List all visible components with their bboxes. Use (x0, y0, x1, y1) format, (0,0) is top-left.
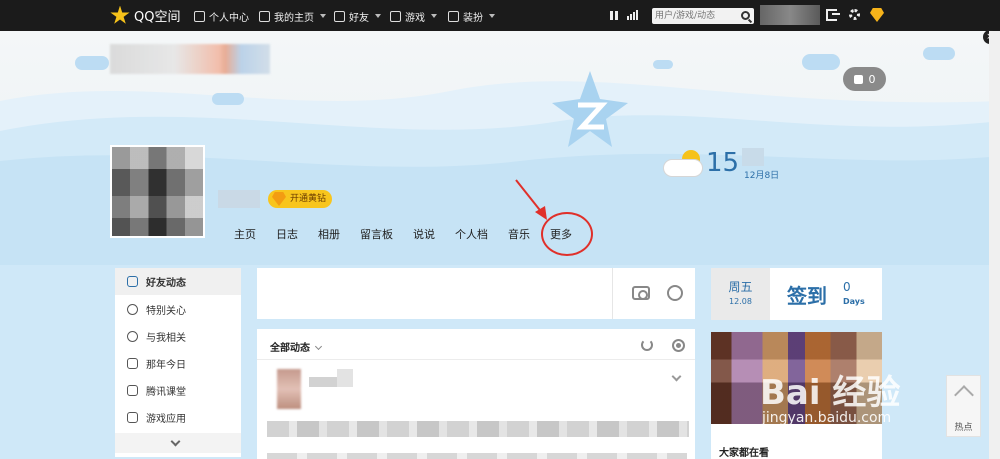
annotation-arrow (515, 179, 547, 220)
cloud-decoration (653, 60, 673, 69)
search-icon[interactable] (741, 11, 750, 20)
username-blurred (218, 190, 260, 208)
qzone-logo[interactable]: QQ空间 (110, 5, 180, 26)
baidu-watermark-url: jingyan.baidu.com (762, 410, 892, 426)
pause-music-icon[interactable] (610, 11, 618, 20)
cloud-decoration (75, 56, 109, 70)
trending-caption: 大家都在看 (719, 448, 769, 459)
thumbs-up-icon (853, 74, 863, 84)
temperature-unit-blurred (742, 148, 764, 166)
chevron-down-icon (314, 342, 323, 351)
open-vip-button[interactable]: 开通黄钻 (268, 190, 333, 208)
temperature: 15 (706, 148, 740, 178)
profile-avatar[interactable] (110, 145, 205, 238)
chevron-up-icon (954, 385, 974, 405)
camera-icon[interactable] (632, 286, 650, 300)
page-scrollbar[interactable] (989, 31, 1000, 459)
space-title-blurred (110, 44, 270, 74)
post-meta-blurred (337, 369, 353, 387)
profile-tabs: 主页 日志 相册 留言板 说说 个人档 音乐 更多 (224, 226, 582, 244)
feed-divider (257, 359, 695, 360)
nav-personal-center[interactable]: 个人中心 (194, 8, 249, 24)
sidebar-item-friend-feed[interactable]: 好友动态 (115, 268, 241, 295)
signal-bars-icon[interactable] (627, 10, 639, 20)
tab-blog[interactable]: 日志 (266, 226, 308, 244)
link-icon[interactable] (663, 281, 687, 305)
tab-message-board[interactable]: 留言板 (350, 226, 403, 244)
weather-cloud-icon (664, 160, 702, 176)
diamond-icon (272, 192, 286, 206)
chevron-down-icon (375, 14, 381, 18)
user-icon (194, 10, 205, 22)
tab-shuoshuo[interactable]: 说说 (403, 226, 445, 244)
logout-icon[interactable] (826, 9, 840, 21)
star-logo-icon (110, 5, 130, 24)
sidebar-item-special-care[interactable]: 特别关心 (115, 296, 241, 323)
vip-diamond-icon[interactable] (870, 8, 884, 22)
tab-home[interactable]: 主页 (224, 226, 266, 244)
logo-text: QQ空间 (134, 10, 181, 25)
settings-target-icon[interactable] (672, 339, 685, 352)
nav-friends[interactable]: 好友 (334, 8, 381, 24)
feed-panel: 全部动态 (257, 329, 695, 459)
tab-album[interactable]: 相册 (308, 226, 350, 244)
weather-date: 12月8日 (744, 171, 780, 181)
sidebar-item-related-to-me[interactable]: 与我相关 (115, 323, 241, 350)
sidebar-item-game-apps[interactable]: 游戏应用 (115, 404, 241, 431)
graduation-icon (127, 385, 138, 396)
calendar-icon (127, 358, 138, 369)
search-box (652, 8, 754, 24)
nav-games[interactable]: 游戏 (390, 8, 437, 24)
search-input[interactable] (652, 8, 736, 24)
feed-filter-dropdown[interactable]: 全部动态 (270, 339, 323, 354)
top-nav-bar: QQ空间 个人中心 我的主页 好友 游戏 装扮 (0, 0, 1000, 31)
like-count: 0 (868, 72, 876, 86)
post-content-blurred (267, 421, 689, 437)
cloud-decoration (212, 93, 244, 105)
chevron-down-icon[interactable] (671, 371, 682, 382)
composer-divider (612, 268, 613, 319)
sidebar-item-tencent-class[interactable]: 腾讯课堂 (115, 377, 241, 404)
checkin-weekday: 周五 (728, 280, 753, 294)
cloud-decoration (923, 47, 955, 60)
tab-profile[interactable]: 个人档 (445, 226, 498, 244)
chevron-down-icon (320, 14, 326, 18)
refresh-icon[interactable] (641, 339, 653, 351)
gear-icon[interactable] (849, 9, 860, 20)
post-composer[interactable] (257, 268, 695, 319)
post-content-blurred (267, 453, 687, 459)
checkin-widget[interactable]: 周五 12.08 签到 0 Days (711, 268, 882, 320)
tab-music[interactable]: 音乐 (498, 226, 540, 244)
shirt-icon (448, 10, 459, 22)
baidu-watermark: Bai 经验 (760, 373, 901, 413)
home-icon (259, 10, 270, 22)
like-button[interactable]: 0 (843, 67, 886, 91)
checkin-date: 12.08 (729, 297, 752, 306)
chevron-down-icon (431, 14, 437, 18)
chevron-down-icon (170, 436, 181, 447)
nav-decoration[interactable]: 装扮 (448, 8, 495, 24)
sidebar-expand-button[interactable] (115, 433, 241, 453)
user-avatar-blurred[interactable] (760, 5, 820, 25)
nav-my-homepage[interactable]: 我的主页 (259, 8, 326, 24)
grid-icon (127, 412, 138, 423)
sidebar-item-on-this-day[interactable]: 那年今日 (115, 350, 241, 377)
checkin-label: 签到 (787, 284, 827, 308)
friends-icon (127, 276, 138, 287)
left-sidebar: 好友动态 特别关心 与我相关 那年今日 腾讯课堂 游戏应用 (115, 268, 241, 457)
hot-topics-button[interactable]: 热点 (946, 375, 981, 437)
chevron-down-icon (489, 14, 495, 18)
cloud-decoration (802, 54, 840, 70)
checkin-days-count: 0 (843, 280, 851, 294)
grid-icon (390, 10, 401, 22)
at-icon (127, 331, 138, 342)
checkin-days-label: Days (843, 297, 865, 306)
heart-icon (127, 304, 138, 315)
checkin-date-box: 周五 12.08 (711, 268, 770, 320)
friends-icon (334, 10, 345, 22)
post-avatar-blurred[interactable] (277, 369, 301, 409)
